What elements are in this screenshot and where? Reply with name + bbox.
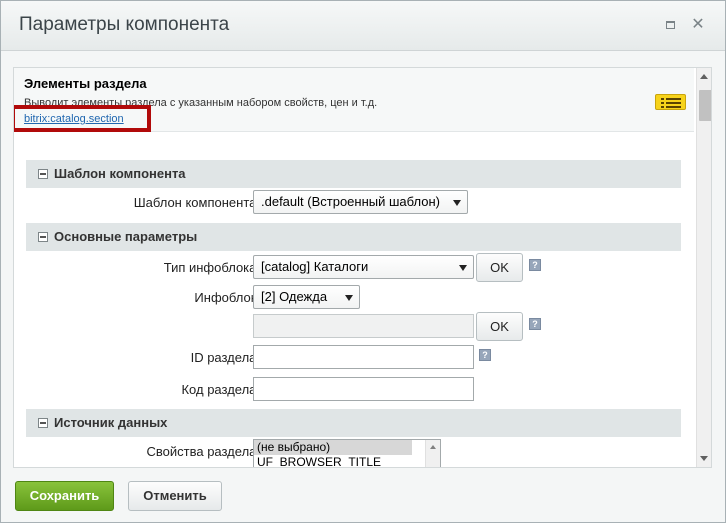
cancel-button[interactable]: Отменить [128, 481, 222, 511]
collapse-icon[interactable] [38, 232, 48, 242]
multiselect-scrollbar[interactable] [425, 440, 440, 467]
maximize-icon[interactable] [662, 17, 678, 33]
section-title: Шаблон компонента [54, 166, 186, 181]
section-props-multiselect[interactable]: (не выбрано) UF_BROWSER_TITLE [253, 439, 441, 467]
help-icon[interactable]: ? [479, 349, 491, 361]
template-select[interactable]: .default (Встроенный шаблон) [253, 190, 468, 214]
section-code-label: Код раздела: [181, 382, 260, 397]
section-main-params[interactable]: Основные параметры [26, 223, 681, 251]
scroll-thumb[interactable] [699, 90, 711, 121]
iblock-type-label: Тип инфоблока: [163, 260, 260, 275]
section-props-label: Свойства раздела: [146, 444, 261, 459]
collapse-icon[interactable] [38, 169, 48, 179]
scroll-down-icon[interactable] [700, 456, 708, 461]
dialog-content: Элементы раздела Выводит элементы раздел… [13, 67, 712, 468]
section-template[interactable]: Шаблон компонента [26, 160, 681, 188]
save-button[interactable]: Сохранить [15, 481, 114, 511]
dialog-title: Параметры компонента [19, 14, 230, 35]
section-data-source[interactable]: Источник данных [26, 409, 681, 437]
iblock-select[interactable]: [2] Одежда [253, 285, 360, 309]
component-name: Элементы раздела [24, 76, 147, 91]
component-params-dialog: Параметры компонента ✕ Элементы раздела … [0, 0, 726, 523]
chevron-down-icon [453, 200, 461, 206]
iblock-type-select[interactable]: [catalog] Каталоги [253, 255, 474, 279]
scroll-up-icon[interactable] [700, 74, 708, 79]
list-item[interactable]: (не выбрано) [254, 440, 412, 455]
component-description: Выводит элементы раздела с указанным наб… [24, 97, 378, 109]
dialog-titlebar[interactable]: Параметры компонента ✕ [1, 1, 725, 51]
iblock-label: Инфоблок: [194, 290, 260, 305]
template-label: Шаблон компонента: [133, 195, 260, 210]
iblock-value: [2] Одежда [261, 289, 328, 304]
close-icon[interactable]: ✕ [690, 17, 706, 33]
iblock-extra-input[interactable] [253, 314, 474, 338]
iblock-type-ok-button[interactable]: OK [476, 253, 523, 282]
section-title: Основные параметры [54, 229, 198, 244]
section-code-input[interactable] [253, 377, 474, 401]
iblock-ok-button[interactable]: OK [476, 312, 523, 341]
template-select-value: .default (Встроенный шаблон) [261, 194, 440, 209]
chevron-down-icon [459, 265, 467, 271]
chevron-down-icon [345, 295, 353, 301]
section-title: Источник данных [54, 415, 168, 430]
component-code-link[interactable]: bitrix:catalog.section [24, 113, 124, 125]
collapse-icon[interactable] [38, 418, 48, 428]
section-id-input[interactable] [253, 345, 474, 369]
help-icon[interactable]: ? [529, 318, 541, 330]
help-icon[interactable]: ? [529, 259, 541, 271]
component-header: Элементы раздела Выводит элементы раздел… [14, 68, 694, 132]
iblock-type-value: [catalog] Каталоги [261, 259, 369, 274]
section-id-label: ID раздела: [190, 350, 260, 365]
component-list-icon[interactable] [655, 94, 686, 110]
content-scrollbar[interactable] [696, 68, 711, 467]
list-item[interactable]: UF_BROWSER_TITLE [254, 455, 440, 467]
